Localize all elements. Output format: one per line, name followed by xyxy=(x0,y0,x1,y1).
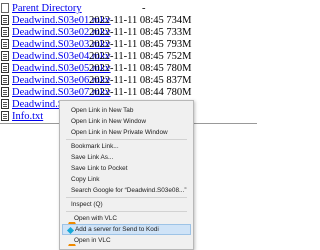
menu-item-label: Open Link in New Private Window xyxy=(71,129,168,136)
file-icon xyxy=(1,27,9,37)
file-icon xyxy=(1,111,9,121)
menu-item-label: Save Link to Pocket xyxy=(71,165,128,172)
file-icon xyxy=(1,39,9,49)
menu-item-label: Bookmark Link... xyxy=(71,143,119,150)
menu-item-label: Open in VLC xyxy=(74,237,111,244)
menu-item[interactable]: Inspect (Q) xyxy=(62,199,191,210)
menu-item[interactable]: Open Link in New Tab xyxy=(62,105,191,116)
file-icon xyxy=(1,51,9,61)
menu-item[interactable]: Bookmark Link... xyxy=(62,141,191,152)
menu-item[interactable]: Copy Link xyxy=(62,174,191,185)
menu-item[interactable]: Add a server for Send to Kodi xyxy=(62,224,191,235)
file-icon xyxy=(1,75,9,85)
menu-separator xyxy=(66,197,187,198)
menu-item[interactable]: Search Google for “Deadwind.S03e08...” xyxy=(62,185,191,196)
kodi-icon xyxy=(66,226,75,234)
menu-item-label: Open Link in New Window xyxy=(71,118,146,125)
file-icon xyxy=(1,63,9,73)
menu-item-label: Open Link in New Tab xyxy=(71,107,134,114)
menu-separator xyxy=(66,211,187,212)
menu-separator xyxy=(66,139,187,140)
menu-item[interactable]: Open Link in New Private Window xyxy=(62,127,191,138)
menu-item-label: Open with VLC xyxy=(74,215,117,222)
file-link[interactable]: Info.txt xyxy=(12,110,43,123)
folder-up-icon xyxy=(1,3,9,13)
vlc-icon xyxy=(66,215,78,224)
menu-item[interactable]: Save Link to Pocket xyxy=(62,163,191,174)
menu-item[interactable]: Save Link As... xyxy=(62,152,191,163)
menu-item-label: Save Link As... xyxy=(71,154,114,161)
menu-item-label: Copy Link xyxy=(71,176,100,183)
menu-item[interactable]: Open Link in New Window xyxy=(62,116,191,127)
menu-item-label: Inspect (Q) xyxy=(71,201,103,208)
menu-item[interactable]: Open with VLC xyxy=(62,213,191,224)
vlc-icon xyxy=(66,237,78,246)
file-icon xyxy=(1,87,9,97)
file-icon xyxy=(1,15,9,25)
file-icon xyxy=(1,99,9,109)
menu-item-label: Search Google for “Deadwind.S03e08...” xyxy=(71,187,187,194)
menu-item-label: Add a server for Send to Kodi xyxy=(75,226,159,233)
context-menu: Open Link in New Tab Open Link in New Win… xyxy=(59,100,194,250)
menu-item[interactable]: Open in VLC xyxy=(62,235,191,246)
